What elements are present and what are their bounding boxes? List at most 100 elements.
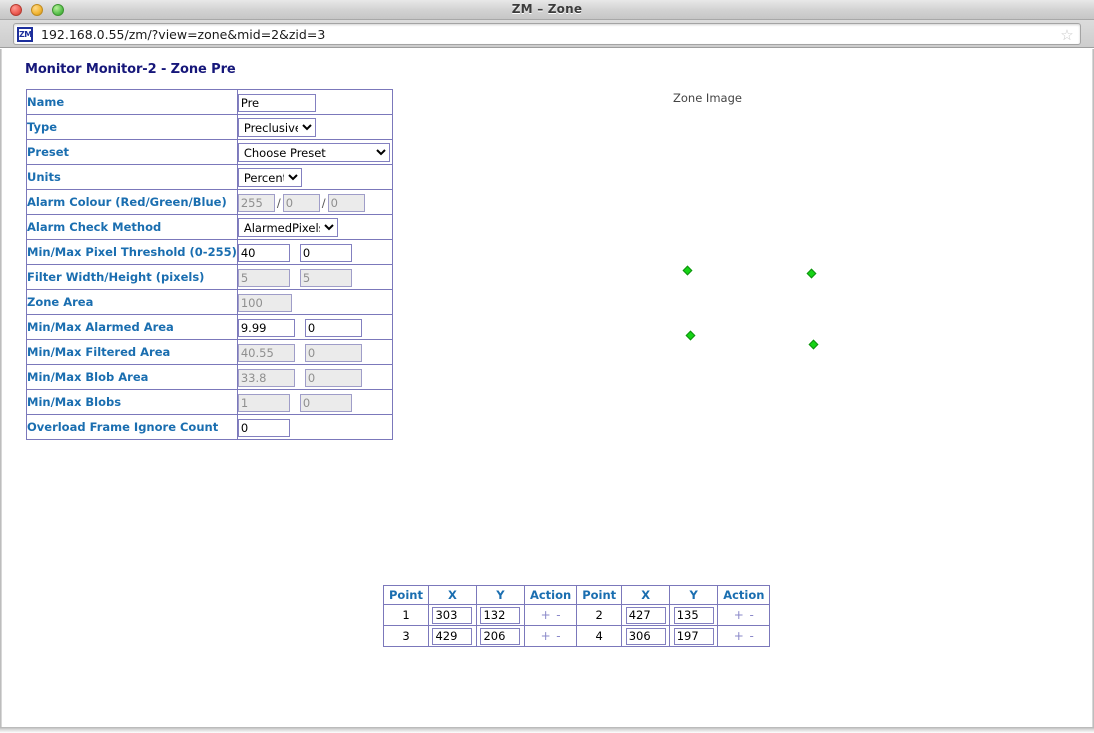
point-index-2: 2 [576,604,623,626]
add-point-link-3[interactable]: + [540,629,552,643]
point-x-cell-3 [427,625,477,647]
zone-point-marker-4[interactable] [685,330,696,341]
zone-image-canvas[interactable]: Zone Image [577,69,997,399]
table-row-filtered-area: Min/Max Filtered Area [26,339,393,365]
window-titlebar: ZM – Zone [0,0,1094,20]
alarm-blue-input [327,193,365,212]
label-filtered-area: Min/Max Filtered Area [26,339,238,365]
point-x-input-4[interactable] [625,627,666,645]
value-pixel-threshold [236,239,393,265]
browser-toolbar: ZM 192.168.0.55/zm/?view=zone&mid=2&zid=… [0,20,1094,48]
address-bar-url[interactable]: 192.168.0.55/zm/?view=zone&mid=2&zid=3 [41,27,325,43]
remove-point-link-2[interactable]: - [749,608,755,622]
value-type: Preclusive [236,114,393,140]
remove-point-link-3[interactable]: - [555,629,561,643]
col-y-left: Y [475,585,525,605]
value-units: Percent [236,164,393,190]
point-y-cell-2 [669,604,719,626]
zone-settings-table: Name Type Preclusive Preset [26,89,393,440]
label-blobs: Min/Max Blobs [26,389,238,415]
value-blobs [236,389,393,415]
label-alarm-colour: Alarm Colour (Red/Green/Blue) [26,189,238,215]
label-preset: Preset [26,139,238,165]
point-y-cell-4 [669,625,719,647]
zone-point-marker-2[interactable] [806,268,817,279]
alarm-red-input [237,193,275,212]
table-row-blob-area: Min/Max Blob Area [26,364,393,390]
table-row-overload: Overload Frame Ignore Count [26,414,393,440]
table-row-type: Type Preclusive [26,114,393,140]
point-index-4: 4 [576,625,623,647]
value-preset: Choose Preset [236,139,393,165]
value-blob-area [236,364,393,390]
filtered-area-max-input [304,343,362,362]
zone-point-marker-3[interactable] [808,339,819,350]
table-row-check-method: Alarm Check Method AlarmedPixels [26,214,393,240]
label-blob-area: Min/Max Blob Area [26,364,238,390]
value-name [236,89,393,115]
point-y-input-2[interactable] [673,606,714,624]
check-method-select[interactable]: AlarmedPixels [237,218,338,237]
remove-point-link-4[interactable]: - [749,629,755,643]
add-point-link-4[interactable]: + [733,629,745,643]
add-point-link-1[interactable]: + [540,608,552,622]
filter-width-input [237,268,290,287]
name-input[interactable] [237,93,316,112]
pixel-threshold-max-input[interactable] [299,243,352,262]
point-x-input-3[interactable] [432,627,473,645]
overload-frame-ignore-input[interactable] [237,418,290,437]
remove-point-link-1[interactable]: - [555,608,561,622]
table-row-filter-size: Filter Width/Height (pixels) [26,264,393,290]
preset-select[interactable]: Choose Preset [237,143,390,162]
page-title: Monitor Monitor-2 - Zone Pre [25,62,236,77]
table-row-preset: Preset Choose Preset [26,139,393,165]
zone-points-section: Point X Y Action Point X Y Action 1 303 … [383,585,771,647]
blob-area-min-input [237,368,295,387]
table-row-blobs: Min/Max Blobs [26,389,393,415]
point-x-cell-2 [621,604,671,626]
label-overload: Overload Frame Ignore Count [26,414,238,440]
star-icon[interactable]: ☆ [1058,26,1076,44]
point-y-input-1[interactable] [480,606,521,624]
label-alarmed-area: Min/Max Alarmed Area [26,314,238,340]
col-point-left: Point [383,585,429,605]
col-action-left: Action [523,585,578,605]
add-point-link-2[interactable]: + [733,608,745,622]
zone-point-marker-1[interactable] [682,265,693,276]
alarmed-area-min-input[interactable] [237,318,295,337]
rgb-separator-1: / [276,196,281,211]
point-action-cell-4: + - [717,625,771,647]
label-check-method: Alarm Check Method [26,214,238,240]
label-filter-size: Filter Width/Height (pixels) [26,264,238,290]
blobs-max-input [299,393,352,412]
points-header-row: Point X Y Action Point X Y Action [383,585,771,605]
value-zone-area [236,289,393,315]
address-bar[interactable]: ZM 192.168.0.55/zm/?view=zone&mid=2&zid=… [13,23,1081,45]
point-index-3: 3 [383,625,429,647]
pixel-threshold-min-input[interactable] [237,243,290,262]
value-alarmed-area [236,314,393,340]
table-row-alarm-colour: Alarm Colour (Red/Green/Blue) // [26,189,393,215]
point-x-input-1[interactable] [432,606,473,624]
table-row-units: Units Percent [26,164,393,190]
point-y-input-4[interactable] [673,627,714,645]
units-select[interactable]: Percent [237,168,302,187]
point-x-input-2[interactable] [625,606,666,624]
point-x-cell-4 [621,625,671,647]
label-zone-area: Zone Area [26,289,238,315]
blob-area-max-input [304,368,362,387]
zm-favicon-icon: ZM [17,27,33,42]
point-index-1: 1 [383,604,429,626]
point-y-cell-1 [475,604,525,626]
label-pixel-threshold: Min/Max Pixel Threshold (0-255) [26,239,238,265]
label-units: Units [26,164,238,190]
filtered-area-min-input [237,343,295,362]
point-y-input-3[interactable] [480,627,521,645]
col-y-right: Y [669,585,719,605]
col-x-right: X [621,585,671,605]
alarmed-area-max-input[interactable] [304,318,362,337]
point-action-cell-1: + - [523,604,578,626]
blobs-min-input [237,393,290,412]
table-row-zone-area: Zone Area [26,289,393,315]
type-select[interactable]: Preclusive [237,118,316,137]
